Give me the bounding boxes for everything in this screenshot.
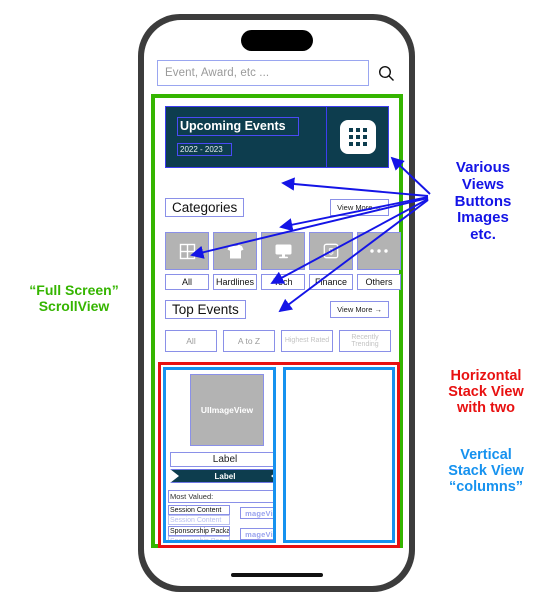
- search-input[interactable]: Event, Award, etc ...: [157, 60, 369, 86]
- category-label: All: [165, 274, 209, 290]
- categories-title: Categories: [165, 198, 245, 217]
- search-row: Event, Award, etc ...: [157, 60, 397, 86]
- banner-icon-container: [326, 107, 388, 167]
- home-indicator: [230, 573, 323, 577]
- top-events-filter-chips: All A to Z Highest Rated Recently Trendi…: [165, 330, 397, 352]
- right-column-content: [288, 372, 391, 538]
- banner-title: Upcoming Events: [177, 117, 299, 136]
- phone-device-frame: Event, Award, etc ... Upcoming Events 20…: [138, 14, 415, 592]
- ellipsis-icon: [357, 232, 401, 270]
- filter-chip-highest-rated[interactable]: Highest Rated: [281, 330, 333, 352]
- svg-text:$: $: [328, 247, 333, 257]
- annotation-line: Buttons: [454, 192, 512, 210]
- category-item-all[interactable]: All: [165, 232, 209, 290]
- banner-text-group: Upcoming Events 2022 - 2023: [166, 117, 326, 156]
- list-item-subtitle: Session Content: [168, 515, 230, 525]
- annotation-scrollview: “Full Screen” ScrollView: [6, 282, 142, 314]
- uiimageview-placeholder: UIImageView: [190, 374, 264, 446]
- annotation-line: “Full Screen”: [29, 282, 119, 298]
- category-item-others[interactable]: Others: [357, 232, 401, 290]
- calendar-icon: [339, 120, 376, 154]
- annotation-line: Views: [461, 175, 505, 193]
- filter-chip-a-to-z[interactable]: A to Z: [223, 330, 275, 352]
- card-label-plain: Label: [170, 452, 273, 467]
- categories-view-more-button[interactable]: View More →: [330, 199, 389, 216]
- annotation-line: Stack View: [448, 463, 524, 480]
- category-item-tech[interactable]: Tech: [261, 232, 305, 290]
- horizontal-stack-view: UIImageView Label Label Most Valued: Ses…: [158, 362, 400, 548]
- upcoming-events-banner[interactable]: Upcoming Events 2022 - 2023: [165, 106, 389, 168]
- full-screen-scrollview[interactable]: Upcoming Events 2022 - 2023 Categories V…: [151, 94, 403, 548]
- tshirt-icon: [213, 232, 257, 270]
- list-item-image-chip: mageVi: [240, 528, 273, 540]
- annotation-line: ScrollView: [38, 297, 110, 314]
- annotation-line: Vertical: [460, 447, 512, 463]
- most-valued-label: Most Valued:: [168, 490, 273, 503]
- top-events-header: Top Events View More →: [165, 300, 389, 319]
- screenshot-root: Event, Award, etc ... Upcoming Events 20…: [0, 0, 553, 606]
- category-label: Tech: [261, 274, 305, 290]
- list-item-title: Session Content: [168, 505, 230, 515]
- filter-chip-all[interactable]: All: [165, 330, 217, 352]
- list-item[interactable]: Sponsorship Packages Sponsorship Pac... …: [168, 526, 273, 540]
- annotation-vertical-stack: Vertical Stack View “columns”: [424, 447, 548, 496]
- dynamic-island: [240, 30, 313, 51]
- top-events-view-more-button[interactable]: View More →: [330, 301, 389, 318]
- vertical-stack-view-right: [282, 367, 395, 543]
- top-events-title: Top Events: [165, 300, 246, 319]
- list-item[interactable]: Session Content Session Content mageVi: [168, 505, 273, 525]
- list-item-subtitle: Sponsorship Pac...: [168, 536, 230, 540]
- category-label: Hardlines: [213, 274, 257, 290]
- dollar-box-icon: $: [309, 232, 353, 270]
- monitor-icon: [261, 232, 305, 270]
- categories-strip: All Hardlines Tech $ Finance Others: [165, 232, 401, 290]
- card-label-ribbon: Label: [170, 469, 273, 483]
- annotation-line: with two: [457, 400, 515, 417]
- search-icon[interactable]: [375, 62, 397, 84]
- left-column-content: UIImageView Label Label Most Valued: Ses…: [168, 372, 273, 540]
- category-label: Others: [357, 274, 401, 290]
- vertical-stack-view-left: UIImageView Label Label Most Valued: Ses…: [163, 367, 276, 543]
- annotation-line: etc.: [470, 226, 496, 244]
- annotation-line: “columns”: [448, 479, 524, 496]
- categories-header: Categories View More →: [165, 198, 389, 217]
- annotation-line: Various: [455, 159, 511, 176]
- annotation-line: Horizontal: [450, 368, 522, 384]
- annotation-line: Images: [457, 209, 509, 227]
- category-item-finance[interactable]: $ Finance: [309, 232, 353, 290]
- banner-subtitle: 2022 - 2023: [177, 142, 232, 156]
- list-item-image-chip: mageVi: [240, 507, 273, 519]
- annotation-horizontal-stack: Horizontal Stack View with two: [424, 368, 548, 417]
- category-label: Finance: [309, 274, 353, 290]
- phone-screen: Event, Award, etc ... Upcoming Events 20…: [144, 20, 409, 586]
- category-item-hardlines[interactable]: Hardlines: [213, 232, 257, 290]
- filter-chip-recently-trending[interactable]: Recently Trending: [339, 330, 391, 352]
- annotation-line: Stack View: [448, 384, 524, 401]
- grid-icon: [165, 232, 209, 270]
- list-item-title: Sponsorship Packages: [168, 526, 230, 536]
- annotation-various-views: Various Views Buttons Images etc.: [424, 159, 542, 244]
